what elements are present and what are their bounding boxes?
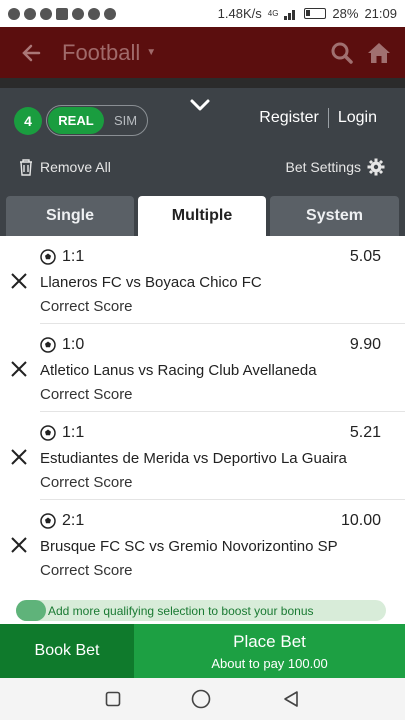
network-speed: 1.48K/s <box>217 6 262 21</box>
selected-score: 2:1 <box>62 512 85 529</box>
gear-icon <box>367 158 385 176</box>
trash-icon <box>20 159 32 176</box>
recent-apps-icon[interactable] <box>105 691 121 707</box>
match-name: Brusque FC SC vs Gremio Novorizontino SP <box>40 538 338 555</box>
register-link[interactable]: Register <box>259 109 319 127</box>
selection-count-badge: 4 <box>14 107 42 135</box>
bet-item: 1:1 5.05 Llaneros FC vs Boyaca Chico FC … <box>0 236 405 324</box>
search-icon[interactable] <box>331 42 353 64</box>
twitter-icon <box>88 7 100 20</box>
selected-score: 1:1 <box>62 248 85 265</box>
bonus-progress-fill <box>16 600 46 621</box>
chat-icon <box>104 7 116 20</box>
notification-icon <box>8 7 20 20</box>
remove-all-button[interactable]: Remove All <box>18 158 111 176</box>
market-name: Correct Score <box>40 298 133 315</box>
market-name: Correct Score <box>40 474 133 491</box>
chevron-down-icon[interactable] <box>189 96 211 114</box>
login-link[interactable]: Login <box>338 109 377 127</box>
facebook-icon <box>24 7 36 20</box>
battery-icon <box>304 8 327 19</box>
remove-selection-icon[interactable] <box>10 360 28 378</box>
system-nav-bar <box>0 678 405 720</box>
caret-down-icon: ▼ <box>146 47 157 58</box>
app-header: Football ▼ <box>0 27 405 78</box>
bet-odds: 5.21 <box>349 424 381 441</box>
bet-odds: 9.90 <box>349 336 381 353</box>
market-name: Correct Score <box>40 386 133 403</box>
bet-odds: 10.00 <box>340 512 381 529</box>
soccer-ball-icon <box>40 337 56 353</box>
sport-selector[interactable]: Football ▼ <box>62 40 156 66</box>
selected-score: 1:1 <box>62 424 85 441</box>
bet-list: 1:1 5.05 Llaneros FC vs Boyaca Chico FC … <box>0 236 405 590</box>
book-bet-button[interactable]: Book Bet <box>0 624 134 678</box>
pay-amount-text: About to pay 100.00 <box>211 655 328 671</box>
status-bar: 1.48K/s 4G 28% 21:09 <box>0 0 405 27</box>
pinterest-icon <box>40 7 52 20</box>
place-bet-label: Place Bet <box>233 631 306 651</box>
real-sim-toggle[interactable]: REAL SIM <box>46 105 148 136</box>
mode-real[interactable]: REAL <box>48 107 104 134</box>
match-name: Llaneros FC vs Boyaca Chico FC <box>40 274 262 291</box>
header-shadow <box>0 78 405 88</box>
notification-icons <box>8 7 116 20</box>
home-icon[interactable] <box>367 42 391 64</box>
match-name: Atletico Lanus vs Racing Club Avellaneda <box>40 362 317 379</box>
selected-score: 1:0 <box>62 336 85 353</box>
remove-selection-icon[interactable] <box>10 448 28 466</box>
bet-settings-label: Bet Settings <box>285 159 362 175</box>
cloud-icon <box>72 7 84 20</box>
auth-divider <box>327 108 329 128</box>
tab-single[interactable]: Single <box>6 196 134 236</box>
battery-level: 28% <box>332 6 359 21</box>
place-bet-button[interactable]: Place Bet About to pay 100.00 <box>134 624 405 678</box>
home-nav-icon[interactable] <box>191 689 211 709</box>
remove-all-label: Remove All <box>40 159 111 175</box>
bet-item: 2:1 10.00 Brusque FC SC vs Gremio Novori… <box>0 500 405 588</box>
bonus-text: Add more qualifying selection to boost y… <box>48 603 314 618</box>
bet-odds: 5.05 <box>349 248 381 265</box>
soccer-ball-icon <box>40 425 56 441</box>
back-nav-icon[interactable] <box>282 690 300 708</box>
remove-selection-icon[interactable] <box>10 536 28 554</box>
market-name: Correct Score <box>40 562 133 579</box>
clock: 21:09 <box>364 6 397 21</box>
auth-links: Register Login <box>259 108 377 128</box>
match-name: Estudiantes de Merida vs Deportivo La Gu… <box>40 450 347 467</box>
signal-icon <box>284 8 298 20</box>
network-type: 4G <box>267 9 279 18</box>
bet-settings-button[interactable]: Bet Settings <box>286 158 386 176</box>
tab-system[interactable]: System <box>270 196 399 236</box>
youtube-icon <box>56 7 68 20</box>
tab-multiple[interactable]: Multiple <box>138 196 266 236</box>
back-button[interactable] <box>0 27 62 78</box>
soccer-ball-icon <box>40 249 56 265</box>
remove-selection-icon[interactable] <box>10 272 28 290</box>
bet-item: 1:0 9.90 Atletico Lanus vs Racing Club A… <box>0 324 405 412</box>
mode-sim[interactable]: SIM <box>104 113 147 128</box>
page-title: Football <box>62 39 141 65</box>
bet-item: 1:1 5.21 Estudiantes de Merida vs Deport… <box>0 412 405 500</box>
soccer-ball-icon <box>40 513 56 529</box>
bonus-progress-bar: Add more qualifying selection to boost y… <box>16 600 386 621</box>
arrow-left-icon <box>22 44 41 61</box>
